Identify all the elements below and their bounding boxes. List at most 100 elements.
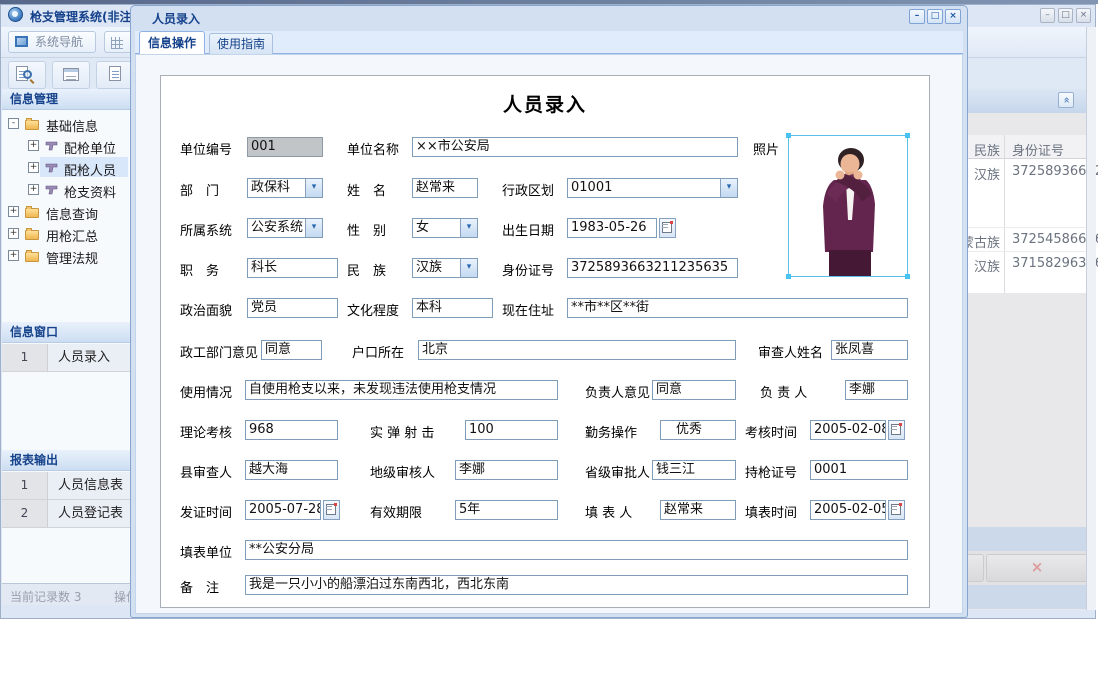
label-birth-date: 出生日期 [502, 220, 554, 239]
report-item-personnel-register[interactable]: 2 人员登记表 [2, 500, 130, 528]
close-button[interactable]: × [1076, 8, 1091, 23]
expander-icon[interactable]: + [28, 184, 39, 195]
dept-opinion-input[interactable]: 同意 [261, 340, 322, 360]
leader-input[interactable]: 李娜 [845, 380, 908, 400]
chevron-down-icon[interactable]: ▾ [305, 219, 322, 237]
label-shooting: 实 弹 射 击 [370, 422, 434, 441]
county-reviewer-input[interactable]: 越大海 [245, 460, 338, 480]
tree-item-info-query[interactable]: + 信息查询 [2, 202, 130, 222]
political-input[interactable]: 党员 [247, 298, 338, 318]
usage-input[interactable]: 自使用枪支以来，未发现违法使用枪支情况 [245, 380, 558, 400]
label-gender: 性 别 [347, 220, 386, 239]
tab-info-operation[interactable]: 信息操作 [139, 31, 205, 54]
tree-item-gun-personnel[interactable]: + 配枪人员 [2, 158, 130, 178]
issue-time-input[interactable]: 2005-07-28 [245, 500, 321, 520]
system-combo[interactable]: 公安系统 ▾ [247, 218, 323, 238]
expander-icon[interactable]: + [28, 162, 39, 173]
ethnicity-combo[interactable]: 汉族 ▾ [412, 258, 478, 278]
label-unit-name: 单位名称 [347, 139, 399, 158]
delete-button[interactable]: × [986, 554, 1088, 582]
item-label: 人员录入 [58, 344, 110, 371]
grid-col-id[interactable]: 身份证号 [1012, 140, 1064, 159]
item-label: 人员信息表 [58, 472, 123, 499]
fill-time-input[interactable]: 2005-02-05 [810, 500, 886, 520]
table-tool-button[interactable] [52, 61, 90, 89]
panel-header-info-mgmt[interactable]: 信息管理 [2, 89, 130, 110]
address-input[interactable]: **市**区**街 [567, 298, 908, 318]
birth-date-input[interactable]: 1983-05-26 [567, 218, 657, 238]
unit-code-input[interactable]: 001 [247, 137, 323, 157]
expander-icon[interactable]: + [8, 206, 19, 217]
theory-input[interactable]: 968 [245, 420, 338, 440]
expander-icon[interactable]: + [8, 250, 19, 261]
form-title: 人员录入 [160, 90, 930, 117]
label-education: 文化程度 [347, 300, 399, 319]
panel-header-info-window[interactable]: 信息窗口 [2, 322, 130, 343]
fill-unit-input[interactable]: **公安分局 [245, 540, 908, 560]
province-approver-input[interactable]: 钱三江 [652, 460, 736, 480]
gender-combo[interactable]: 女 ▾ [412, 218, 478, 238]
restore-button[interactable]: □ [1058, 8, 1073, 23]
tree-item-gun-summary[interactable]: + 用枪汇总 [2, 224, 130, 244]
license-no-input[interactable]: 0001 [810, 460, 908, 480]
gun-icon [45, 184, 59, 196]
assess-time-input[interactable]: 2005-02-08 [810, 420, 886, 440]
chevron-down-icon[interactable]: ▾ [460, 259, 477, 277]
preview-tool-button[interactable] [8, 61, 46, 89]
tree-item-gun-units[interactable]: + 配枪单位 [2, 136, 130, 156]
education-input[interactable]: 本科 [412, 298, 493, 318]
info-window-item-personnel-entry[interactable]: 1 人员录入 [2, 344, 130, 372]
position-input[interactable]: 科长 [247, 258, 338, 278]
tree-item-gun-data[interactable]: + 枪支资料 [2, 180, 130, 200]
name-input[interactable]: 赵常来 [412, 178, 478, 198]
id-number-input[interactable]: 3725893663211235635 [567, 258, 738, 278]
vertical-scrollbar[interactable] [1086, 27, 1096, 610]
calendar-icon[interactable] [888, 500, 905, 520]
photo[interactable] [788, 135, 908, 277]
dialog-close-button[interactable]: × [945, 9, 961, 24]
item-number: 1 [2, 472, 48, 499]
label-id-number: 身份证号 [502, 260, 554, 279]
label-remark: 备 注 [180, 577, 219, 596]
report-item-personnel-info[interactable]: 1 人员信息表 [2, 472, 130, 500]
calendar-icon[interactable] [659, 218, 676, 238]
region-combo[interactable]: 01001 ▾ [567, 178, 738, 198]
collapse-panel-button[interactable]: « [1058, 92, 1074, 108]
unit-name-input[interactable]: ××市公安局 [412, 137, 738, 157]
expander-icon[interactable]: + [8, 228, 19, 239]
calendar-icon[interactable] [323, 500, 340, 520]
label-address: 现在住址 [502, 300, 554, 319]
item-number: 1 [2, 344, 48, 371]
reviewer-input[interactable]: 张凤喜 [831, 340, 908, 360]
minimize-button[interactable]: – [1040, 8, 1055, 23]
expander-icon[interactable]: - [8, 118, 19, 129]
dialog-minimize-button[interactable]: – [909, 9, 925, 24]
leader-opinion-input[interactable]: 同意 [652, 380, 736, 400]
household-input[interactable]: 北京 [418, 340, 736, 360]
panel-header-report[interactable]: 报表输出 [2, 450, 130, 471]
tab-user-guide[interactable]: 使用指南 [209, 33, 273, 54]
chevron-down-icon[interactable]: ▾ [305, 179, 322, 197]
label-system: 所属系统 [180, 220, 232, 239]
tree-item-base-info[interactable]: - 基础信息 [2, 114, 130, 134]
chevron-down-icon[interactable]: ▾ [460, 219, 477, 237]
dialog-maximize-button[interactable]: □ [927, 9, 943, 24]
prefecture-reviewer-input[interactable]: 李娜 [455, 460, 558, 480]
tree-item-regulations[interactable]: + 管理法规 [2, 246, 130, 266]
calendar-icon[interactable] [888, 420, 905, 440]
chevron-down-icon[interactable]: ▾ [720, 179, 737, 197]
duty-input[interactable]: 优秀 [660, 420, 736, 440]
table-icon [63, 68, 79, 81]
person-photo-illustration [789, 136, 907, 276]
new-doc-tool-button[interactable] [96, 61, 134, 89]
shooting-input[interactable]: 100 [465, 420, 558, 440]
label-ethnicity: 民 族 [347, 260, 386, 279]
expander-icon[interactable]: + [28, 140, 39, 151]
system-nav-button[interactable]: 系统导航 [8, 31, 96, 53]
label-filler: 填 表 人 [585, 502, 632, 521]
label-usage: 使用情况 [180, 382, 232, 401]
validity-input[interactable]: 5年 [455, 500, 558, 520]
filler-input[interactable]: 赵常来 [660, 500, 736, 520]
department-combo[interactable]: 政保科 ▾ [247, 178, 323, 198]
remark-input[interactable]: 我是一只小小的船漂泊过东南西北，西北东南 [245, 575, 908, 595]
